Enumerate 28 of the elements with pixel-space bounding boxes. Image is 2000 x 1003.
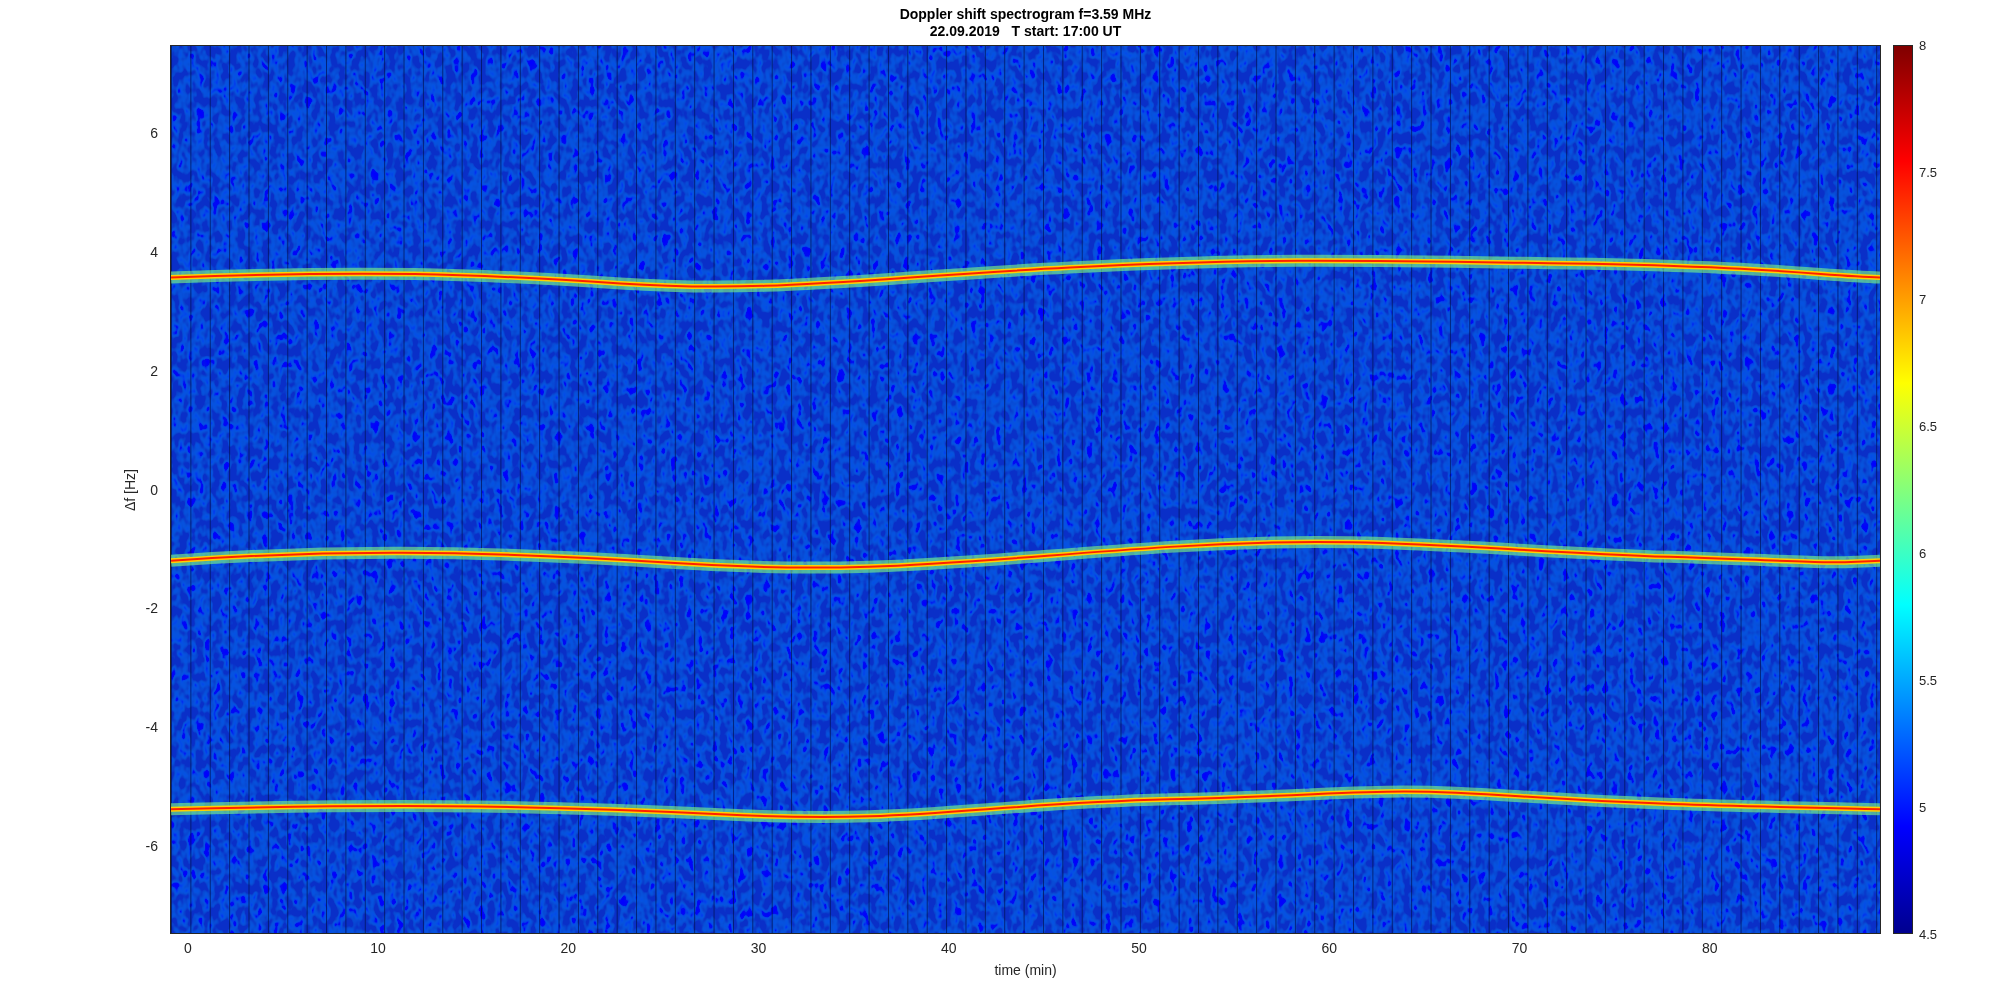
x-tick-label: 60 <box>1321 940 1338 956</box>
x-tick-label: 70 <box>1511 940 1528 956</box>
y-tick-label: -6 <box>145 838 158 855</box>
colorbar-tick-label: 7 <box>1919 291 1927 307</box>
colorbar-tick-label: 5 <box>1919 799 1927 815</box>
colorbar-tick-label: 7.5 <box>1919 164 1938 180</box>
y-tick-label: 0 <box>150 481 158 498</box>
colorbar-tick-label: 6.5 <box>1919 418 1938 434</box>
colorbar-tick-label: 6 <box>1919 545 1927 561</box>
x-tick-label: 10 <box>370 940 386 956</box>
y-tick-label: -4 <box>145 719 158 736</box>
y-tick-label: 6 <box>150 124 158 141</box>
colorbar-tick-label: 4.5 <box>1919 926 1938 942</box>
y-axis-label: Δf [Hz] <box>122 468 138 511</box>
colorbar-tick-label: 8 <box>1919 37 1927 53</box>
y-tick-label: -2 <box>145 600 158 617</box>
y-tick-label: 2 <box>150 362 158 379</box>
y-tick-label: 4 <box>150 243 158 260</box>
chart-subtitle: 22.09.2019 T start: 17:00 UT <box>929 22 1122 40</box>
x-tick-label: 50 <box>1131 940 1147 956</box>
x-tick-label: 0 <box>184 940 192 956</box>
x-tick-label: 40 <box>941 940 957 956</box>
chart-title: Doppler shift spectrogram f=3.59 MHz <box>899 5 1152 23</box>
colorbar-tick-label: 5.5 <box>1919 672 1938 688</box>
x-axis-label: time (min) <box>994 962 1057 978</box>
x-tick-label: 20 <box>560 940 577 956</box>
x-tick-label: 30 <box>750 940 767 956</box>
x-tick-label: 80 <box>1702 940 1718 956</box>
